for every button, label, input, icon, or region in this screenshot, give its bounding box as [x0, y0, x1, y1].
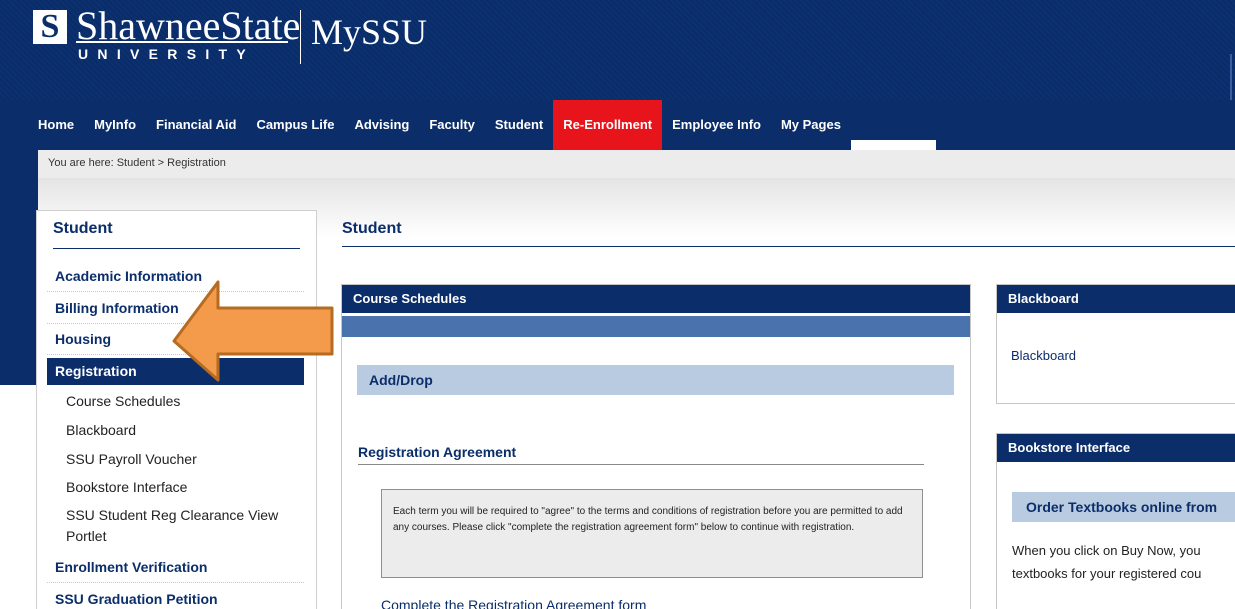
- sidebar-item-enrollment-verification[interactable]: Enrollment Verification: [47, 553, 304, 583]
- sidebar-title: Student: [53, 220, 113, 237]
- sidebar-subitem-reg-clearance-portlet[interactable]: Portlet: [66, 527, 106, 545]
- university-subtitle: UNIVERSITY: [78, 46, 256, 62]
- sidebar-subitem-payroll-voucher[interactable]: SSU Payroll Voucher: [66, 450, 197, 468]
- nav-background: [936, 100, 1235, 150]
- logo-divider: [300, 10, 301, 64]
- breadcrumb: You are here: Student > Registration: [48, 157, 226, 169]
- nav-faculty[interactable]: Faculty: [419, 100, 485, 150]
- registration-agreement-title: Registration Agreement: [358, 444, 517, 460]
- bookstore-header: Bookstore Interface: [997, 434, 1235, 462]
- bookstore-description-line2: textbooks for your registered cou: [1012, 566, 1202, 581]
- nav-advising[interactable]: Advising: [344, 100, 419, 150]
- course-schedules-header: Course Schedules: [342, 285, 970, 313]
- sidebar-title-divider: [53, 248, 300, 249]
- sidebar-subitem-course-schedules[interactable]: Course Schedules: [66, 392, 180, 410]
- nav-myinfo[interactable]: MyInfo: [84, 100, 146, 150]
- page-title-divider: [342, 246, 1235, 247]
- nav-my-pages[interactable]: My Pages: [771, 100, 851, 150]
- orange-left-arrow-icon: [172, 280, 334, 382]
- blackboard-link[interactable]: Blackboard: [1011, 348, 1076, 363]
- order-textbooks-bar[interactable]: Order Textbooks online from: [1012, 492, 1235, 522]
- sidebar-subitem-blackboard[interactable]: Blackboard: [66, 421, 136, 439]
- bookstore-description-line1: When you click on Buy Now, you: [1012, 543, 1201, 558]
- nav-student[interactable]: Student: [485, 100, 553, 150]
- registration-agreement-divider: [358, 464, 924, 465]
- bookstore-description: When you click on Buy Now, you textbooks…: [1012, 539, 1235, 585]
- course-schedules-subheader: [342, 316, 970, 337]
- logo-underline: [76, 41, 288, 43]
- registration-agreement-text: Each term you will be required to "agree…: [381, 489, 923, 578]
- sidebar-item-graduation-petition[interactable]: SSU Graduation Petition: [47, 585, 304, 609]
- main-nav: Home MyInfo Financial Aid Campus Life Ad…: [28, 100, 851, 150]
- add-drop-section[interactable]: Add/Drop: [357, 365, 954, 395]
- complete-agreement-link[interactable]: Complete the Registration Agreement form: [381, 597, 646, 609]
- sidebar-subitem-bookstore-interface[interactable]: Bookstore Interface: [66, 478, 187, 496]
- university-logo-icon[interactable]: S: [33, 10, 67, 44]
- header-edge: [1230, 54, 1232, 100]
- nav-financial-aid[interactable]: Financial Aid: [146, 100, 246, 150]
- blackboard-header: Blackboard: [997, 285, 1235, 313]
- left-margin-dark: [0, 140, 38, 385]
- sidebar-subitem-reg-clearance[interactable]: SSU Student Reg Clearance View: [66, 506, 278, 524]
- nav-campus-life[interactable]: Campus Life: [246, 100, 344, 150]
- nav-re-enrollment[interactable]: Re-Enrollment: [553, 100, 663, 150]
- app-title[interactable]: MySSU: [311, 10, 427, 54]
- page-title: Student: [342, 220, 402, 237]
- nav-employee-info[interactable]: Employee Info: [662, 100, 771, 150]
